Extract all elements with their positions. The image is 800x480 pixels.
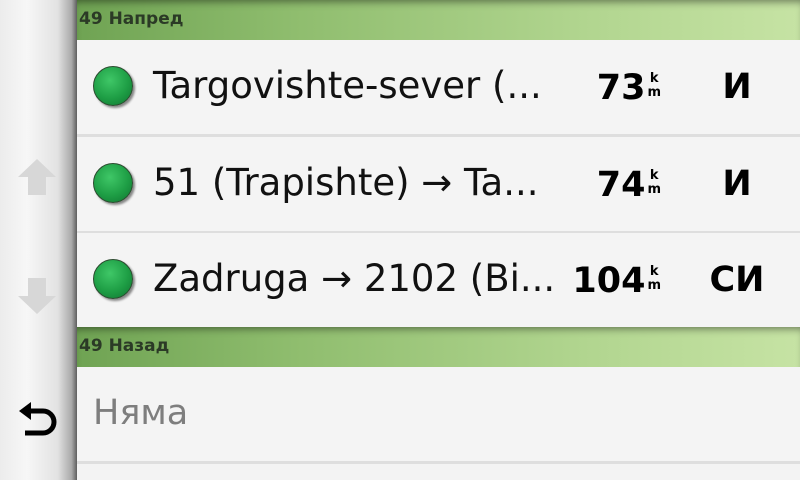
- section-header-forward: 49 Напред: [77, 0, 800, 40]
- distance-value: 104: [572, 261, 646, 301]
- arrow-down-icon: [18, 278, 56, 314]
- direction: СИ: [709, 260, 765, 300]
- section-header-backward: 49 Назад: [77, 327, 800, 367]
- empty-text: Няма: [93, 393, 189, 433]
- distance: 74 k m: [557, 165, 661, 209]
- green-circle-icon: [93, 163, 133, 203]
- green-circle-icon: [93, 66, 133, 106]
- distance-unit: km: [647, 264, 661, 293]
- exit-list: 49 Напред Targovishte-sever (... 73 k m И …: [77, 0, 800, 480]
- back-button[interactable]: [12, 393, 62, 443]
- exit-name: Zadruga → 2102 (Bi...: [153, 257, 556, 300]
- side-toolbar: [0, 0, 77, 480]
- distance-unit: km: [647, 168, 661, 197]
- direction: И: [722, 67, 752, 107]
- scroll-up-button[interactable]: [12, 153, 62, 203]
- scroll-down-button[interactable]: [12, 270, 62, 320]
- section-title-forward: 49 Напред: [79, 9, 184, 29]
- arrow-up-icon: [18, 159, 56, 195]
- distance: 73 k m: [557, 68, 661, 112]
- empty-list-item: Няма: [77, 367, 800, 464]
- section-title-backward: 49 Назад: [79, 336, 170, 356]
- direction: И: [722, 164, 752, 204]
- back-arrow-icon: [19, 402, 57, 436]
- list-item[interactable]: 51 (Trapishte) → Ta... 74 k m И: [77, 137, 800, 234]
- green-circle-icon: [93, 259, 133, 299]
- list-item[interactable]: Zadruga → 2102 (Bi... 104 k m СИ: [77, 233, 800, 330]
- distance-value: 74: [596, 165, 646, 205]
- list-item[interactable]: Targovishte-sever (... 73 k m И: [77, 40, 800, 137]
- distance-value: 73: [596, 68, 646, 108]
- exit-name: 51 (Trapishte) → Ta...: [153, 161, 539, 204]
- distance: 104 k m: [557, 261, 661, 305]
- distance-unit: km: [647, 71, 661, 100]
- exit-name: Targovishte-sever (...: [153, 64, 542, 107]
